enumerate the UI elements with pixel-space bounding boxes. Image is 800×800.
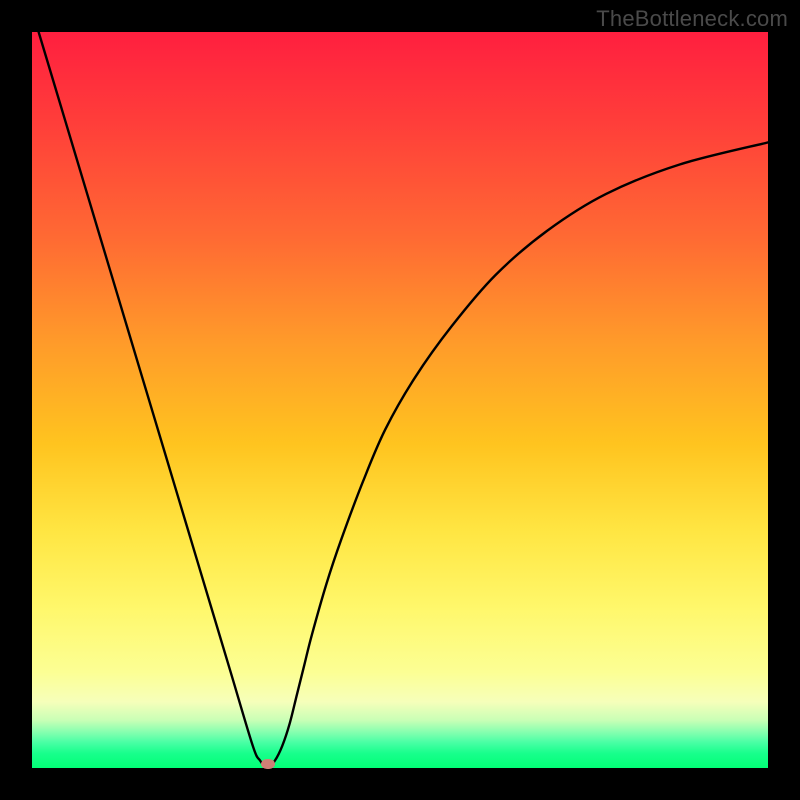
watermark-text: TheBottleneck.com [596,6,788,32]
chart-frame: TheBottleneck.com [0,0,800,800]
bottleneck-curve [32,32,768,768]
plot-area [32,32,768,768]
optimal-point-marker [261,759,275,769]
